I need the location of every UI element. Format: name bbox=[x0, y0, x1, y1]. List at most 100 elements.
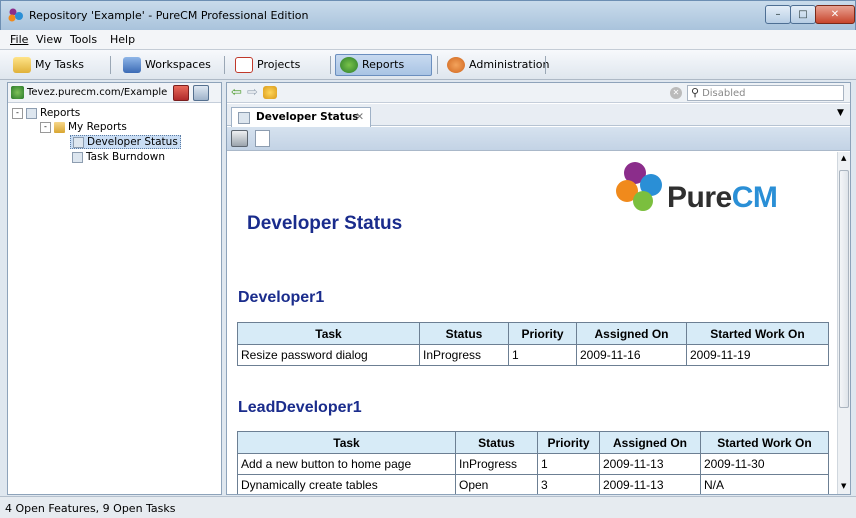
cell-started-work-on: 2009-11-30 bbox=[700, 453, 829, 475]
cell-priority: 3 bbox=[537, 474, 600, 494]
tree-item-developer-status[interactable]: Developer Status bbox=[70, 135, 181, 149]
cell-task: Dynamically create tables bbox=[237, 474, 456, 494]
print-preview-icon[interactable] bbox=[255, 130, 270, 147]
menu-file[interactable]: File bbox=[10, 33, 28, 46]
section-leaddeveloper1: LeadDeveloper1 bbox=[238, 399, 362, 416]
refresh-icon[interactable] bbox=[173, 85, 189, 101]
col-status: Status bbox=[419, 322, 509, 345]
back-arrow-icon[interactable]: ⇦ bbox=[231, 85, 242, 100]
scrollbar-thumb[interactable] bbox=[839, 170, 849, 408]
col-task: Task bbox=[237, 431, 456, 454]
administration-button[interactable]: Administration bbox=[442, 54, 550, 76]
server-icon bbox=[11, 86, 24, 99]
tree-item-my-reports[interactable]: - My Reports bbox=[40, 121, 127, 133]
purecm-logo-text: PureCM bbox=[667, 181, 778, 215]
col-started-work-on: Started Work On bbox=[700, 431, 829, 454]
tab-developer-status[interactable]: Developer Status ✕ bbox=[231, 107, 371, 127]
workspaces-label: Workspaces bbox=[145, 58, 211, 71]
logo-pure: Pure bbox=[667, 181, 732, 214]
magnifier-icon: ⚲ bbox=[691, 86, 700, 99]
projects-label: Projects bbox=[257, 58, 301, 71]
report-toolbar bbox=[227, 127, 850, 151]
report-icon bbox=[238, 112, 250, 124]
reports-icon bbox=[340, 57, 358, 73]
forward-arrow-icon[interactable]: ⇨ bbox=[247, 85, 258, 100]
tab-menu-icon[interactable]: ▼ bbox=[837, 108, 844, 118]
projects-button[interactable]: Projects bbox=[230, 54, 326, 76]
navigation-bar: ⇦ ⇨ ✕ ⚲ Disabled bbox=[227, 83, 850, 103]
search-input[interactable]: ⚲ Disabled bbox=[687, 85, 844, 101]
logo-cm: CM bbox=[731, 181, 778, 214]
cell-status: InProgress bbox=[455, 453, 538, 475]
table-header-row: Task Status Priority Assigned On Started… bbox=[237, 322, 829, 345]
menu-bar: File View Tools Help bbox=[0, 30, 856, 50]
status-bar: 4 Open Features, 9 Open Tasks bbox=[0, 496, 856, 518]
report-icon bbox=[73, 136, 84, 148]
purecm-logo-icon bbox=[613, 161, 665, 213]
maximize-button[interactable]: □ bbox=[790, 5, 816, 24]
administration-label: Administration bbox=[469, 58, 550, 71]
tree-label-reports: Reports bbox=[40, 107, 81, 119]
scroll-up-icon[interactable]: ▲ bbox=[841, 154, 846, 162]
tree-label-my-reports: My Reports bbox=[68, 121, 127, 133]
menu-tools[interactable]: Tools bbox=[70, 33, 97, 46]
col-started-work-on: Started Work On bbox=[686, 322, 829, 345]
cell-priority: 1 bbox=[508, 344, 577, 366]
cell-status: Open bbox=[455, 474, 538, 494]
app-icon bbox=[8, 8, 24, 22]
report-view: PureCM Developer Status Developer1 Task … bbox=[227, 152, 836, 494]
my-tasks-button[interactable]: My Tasks bbox=[8, 54, 103, 76]
status-text: 4 Open Features, 9 Open Tasks bbox=[5, 502, 176, 515]
cell-priority: 1 bbox=[537, 453, 600, 475]
col-priority: Priority bbox=[537, 431, 600, 454]
minimize-button[interactable]: – bbox=[765, 5, 791, 24]
folder-icon bbox=[54, 121, 65, 133]
tree-item-reports[interactable]: - Reports bbox=[12, 107, 80, 119]
table-row: Dynamically create tables Open 3 2009-11… bbox=[237, 474, 829, 494]
left-panel: Tevez.purecm.com/Example - Reports - My Re… bbox=[7, 82, 222, 495]
laptop-icon bbox=[123, 57, 141, 73]
clear-search-icon[interactable]: ✕ bbox=[670, 87, 682, 99]
tab-close-button[interactable]: ✕ bbox=[355, 108, 364, 126]
col-assigned-on: Assigned On bbox=[576, 322, 687, 345]
tree-label-task-burndown: Task Burndown bbox=[86, 151, 165, 163]
close-button[interactable]: ✕ bbox=[815, 5, 855, 24]
col-priority: Priority bbox=[508, 322, 577, 345]
tab-bar: Developer Status ✕ ▼ bbox=[227, 104, 850, 127]
developer1-table: Task Status Priority Assigned On Started… bbox=[237, 322, 829, 366]
cell-assigned-on: 2009-11-13 bbox=[599, 474, 701, 494]
scroll-down-icon[interactable]: ▼ bbox=[841, 482, 846, 490]
server-label: Tevez.purecm.com/Example bbox=[27, 87, 168, 98]
cell-assigned-on: 2009-11-16 bbox=[576, 344, 687, 366]
cell-started-work-on: N/A bbox=[700, 474, 829, 494]
cell-assigned-on: 2009-11-13 bbox=[599, 453, 701, 475]
toolbar-separator bbox=[224, 56, 225, 74]
search-icon[interactable] bbox=[193, 85, 209, 101]
title-bar: Repository 'Example' - PureCM Profession… bbox=[0, 0, 856, 30]
tree-item-task-burndown[interactable]: Task Burndown bbox=[72, 151, 165, 163]
toolbar-separator bbox=[437, 56, 438, 74]
home-icon[interactable] bbox=[263, 86, 277, 99]
report-title: Developer Status bbox=[247, 213, 403, 234]
collapse-icon[interactable]: - bbox=[40, 121, 51, 133]
menu-help[interactable]: Help bbox=[110, 33, 135, 46]
col-assigned-on: Assigned On bbox=[599, 431, 701, 454]
table-header-row: Task Status Priority Assigned On Started… bbox=[237, 431, 829, 454]
reports-label: Reports bbox=[362, 58, 405, 71]
vertical-scrollbar[interactable]: ▲ ▼ bbox=[837, 152, 850, 494]
my-tasks-label: My Tasks bbox=[35, 58, 84, 71]
print-icon[interactable] bbox=[231, 130, 248, 147]
workspaces-button[interactable]: Workspaces bbox=[118, 54, 218, 76]
table-row: Resize password dialog InProgress 1 2009… bbox=[237, 344, 829, 366]
tab-label: Developer Status bbox=[256, 111, 359, 123]
collapse-icon[interactable]: - bbox=[12, 107, 23, 119]
search-placeholder: Disabled bbox=[702, 88, 746, 99]
table-row: Add a new button to home page InProgress… bbox=[237, 453, 829, 475]
menu-view[interactable]: View bbox=[36, 33, 62, 46]
report-icon bbox=[72, 151, 83, 163]
reports-button[interactable]: Reports bbox=[335, 54, 432, 76]
cell-started-work-on: 2009-11-19 bbox=[686, 344, 829, 366]
report-icon bbox=[26, 107, 37, 119]
tree-label-developer-status: Developer Status bbox=[87, 136, 178, 148]
calendar-icon bbox=[235, 57, 253, 73]
